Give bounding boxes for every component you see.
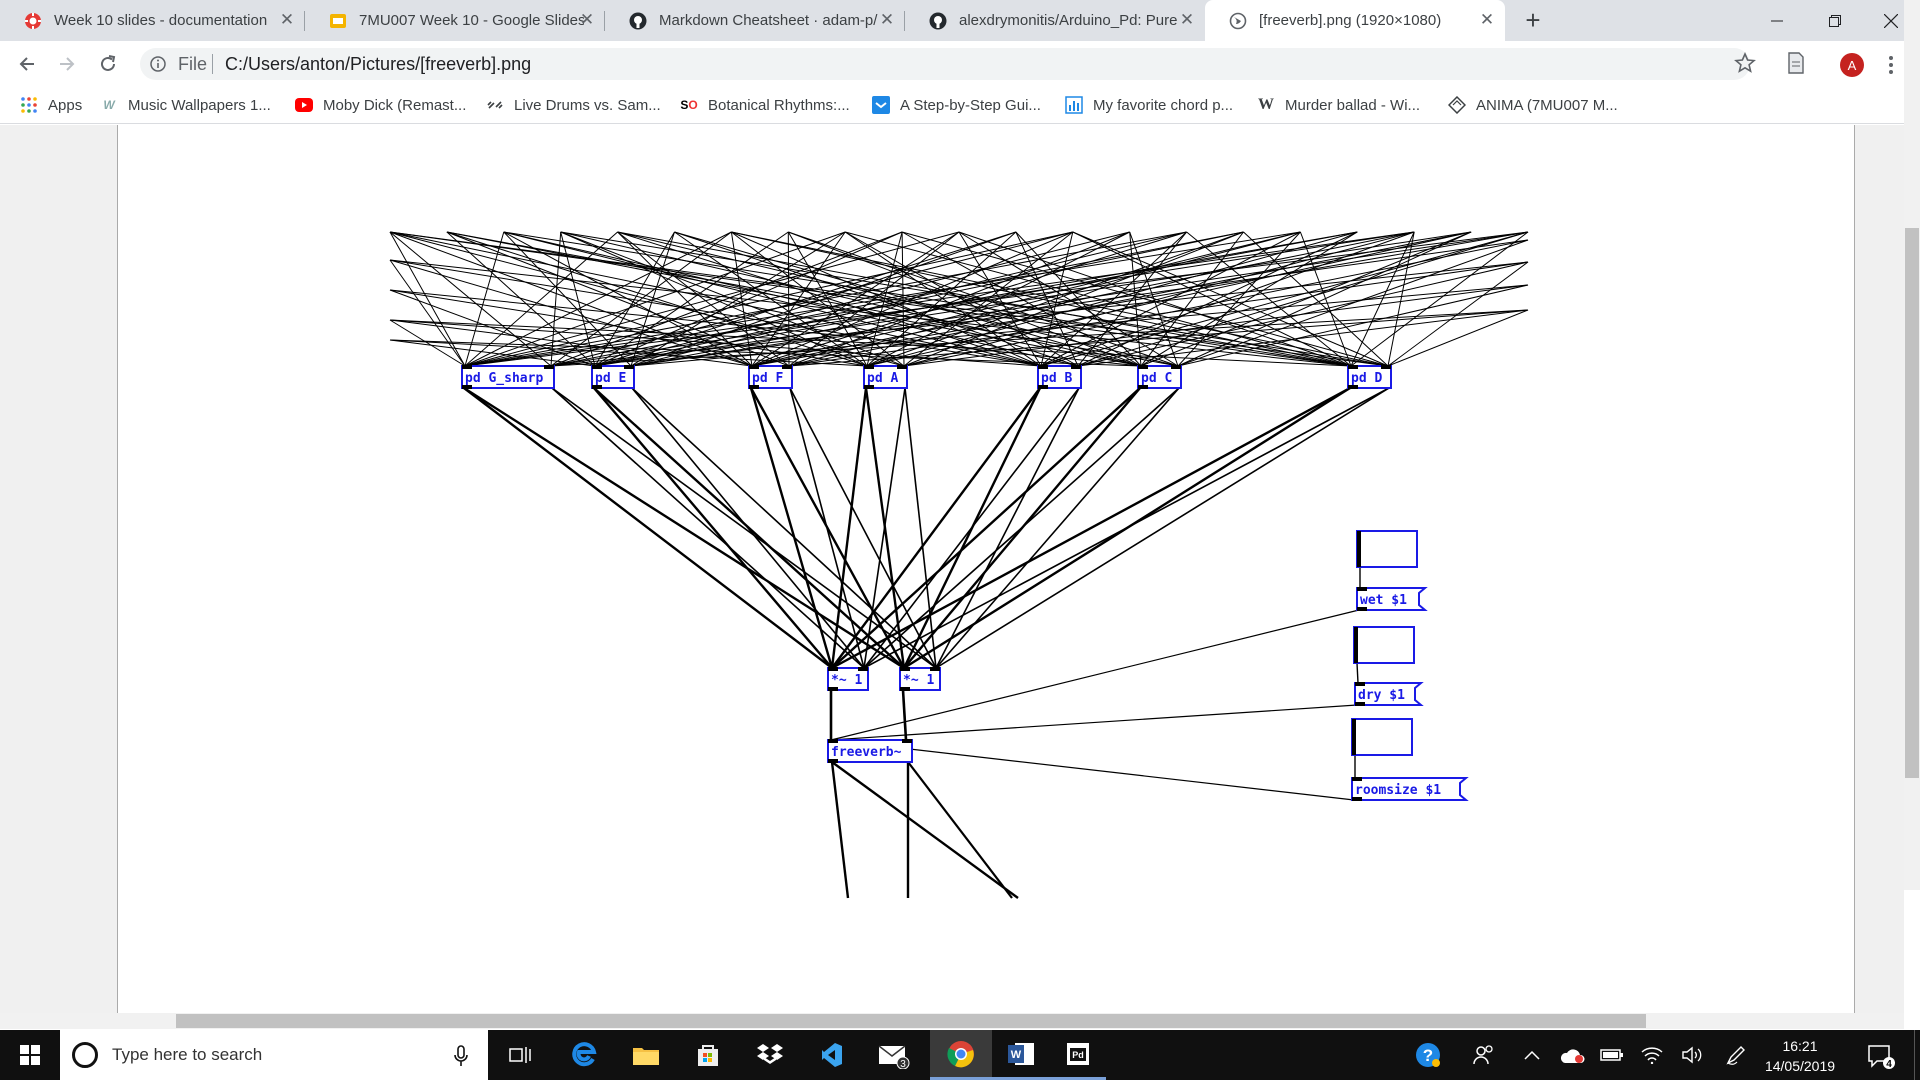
gain-left-object[interactable]: *~ 1 <box>827 667 869 691</box>
pd-e-object-label: pd E <box>595 371 626 386</box>
dry-message-label: dry $1 <box>1358 688 1405 703</box>
pd-gsharp-object[interactable]: pd G_sharp <box>461 365 555 389</box>
clock-time: 16:21 <box>1782 1038 1818 1054</box>
task-view-icon[interactable] <box>494 1030 546 1080</box>
dry-number-box[interactable] <box>1353 626 1415 664</box>
mail-badge: 3 <box>900 1059 906 1069</box>
gain-right-object-label: *~ 1 <box>903 673 934 688</box>
svg-text:?: ? <box>1423 1046 1433 1065</box>
wet-message[interactable]: wet $1 <box>1356 587 1428 611</box>
gain-left-object-label: *~ 1 <box>831 673 862 688</box>
pd-e-object[interactable]: pd E <box>591 365 635 389</box>
pd-d-object[interactable]: pd D <box>1347 365 1392 389</box>
pd-f-object[interactable]: pd F <box>748 365 793 389</box>
people-icon[interactable] <box>1470 1040 1498 1070</box>
chevron-up-icon[interactable] <box>1518 1040 1546 1070</box>
wifi-icon[interactable] <box>1638 1040 1666 1070</box>
freeverb-object[interactable]: freeverb~ <box>827 739 913 763</box>
roomsize-message[interactable]: roomsize $1 <box>1351 777 1469 801</box>
file-explorer-icon[interactable] <box>620 1030 672 1080</box>
chrome-icon[interactable] <box>930 1030 992 1080</box>
pd-a-object[interactable]: pd A <box>863 365 908 389</box>
mail-icon[interactable]: 3 <box>868 1030 920 1080</box>
onedrive-icon[interactable] <box>1558 1040 1586 1070</box>
dry-message[interactable]: dry $1 <box>1354 682 1424 706</box>
pd-b-object[interactable]: pd B <box>1037 365 1082 389</box>
search-placeholder: Type here to search <box>112 1045 263 1064</box>
show-desktop-button[interactable] <box>1914 1030 1920 1080</box>
battery-icon[interactable] <box>1598 1040 1626 1070</box>
svg-text:W: W <box>1011 1049 1022 1061</box>
pd-f-object-label: pd F <box>752 371 783 386</box>
wet-message-label: wet $1 <box>1360 593 1407 608</box>
taskbar-clock[interactable]: 16:21 14/05/2019 <box>1755 1036 1845 1076</box>
pd-c-object[interactable]: pd C <box>1137 365 1182 389</box>
visual-studio-icon[interactable] <box>806 1030 858 1080</box>
pd-b-object-label: pd B <box>1041 371 1072 386</box>
store-icon[interactable] <box>682 1030 734 1080</box>
microphone-icon[interactable] <box>452 1044 470 1068</box>
pd-patch-canvas: pd G_sharp pd E pd F pd A pd B pd C pd D *~ 1 *… <box>389 231 1529 899</box>
wet-number-box[interactable] <box>1356 530 1418 568</box>
notification-count: 4 <box>1886 1059 1892 1070</box>
word-icon[interactable]: W <box>992 1030 1050 1080</box>
pen-icon[interactable] <box>1722 1040 1750 1070</box>
volume-icon[interactable] <box>1678 1040 1706 1070</box>
edge-icon[interactable] <box>558 1030 610 1080</box>
pd-c-object-label: pd C <box>1141 371 1172 386</box>
roomsize-message-label: roomsize $1 <box>1355 783 1441 798</box>
pd-a-object-label: pd A <box>867 371 898 386</box>
clock-date: 14/05/2019 <box>1764 1058 1836 1074</box>
cortana-icon <box>72 1042 98 1068</box>
pd-gsharp-object-label: pd G_sharp <box>465 371 543 386</box>
roomsize-number-box[interactable] <box>1351 718 1413 756</box>
pd-icon[interactable]: Pd <box>1050 1030 1106 1080</box>
pd-d-object-label: pd D <box>1351 371 1382 386</box>
gain-right-object[interactable]: *~ 1 <box>899 667 941 691</box>
notification-center-icon[interactable]: 4 <box>1868 1044 1896 1070</box>
taskbar-search-box[interactable]: Type here to search <box>60 1030 488 1080</box>
dropbox-icon[interactable] <box>744 1030 796 1080</box>
windows-start-icon[interactable] <box>0 1030 60 1080</box>
help-icon[interactable]: ? <box>1414 1040 1442 1070</box>
svg-text:Pd: Pd <box>1072 1050 1084 1060</box>
freeverb-object-label: freeverb~ <box>831 745 902 760</box>
